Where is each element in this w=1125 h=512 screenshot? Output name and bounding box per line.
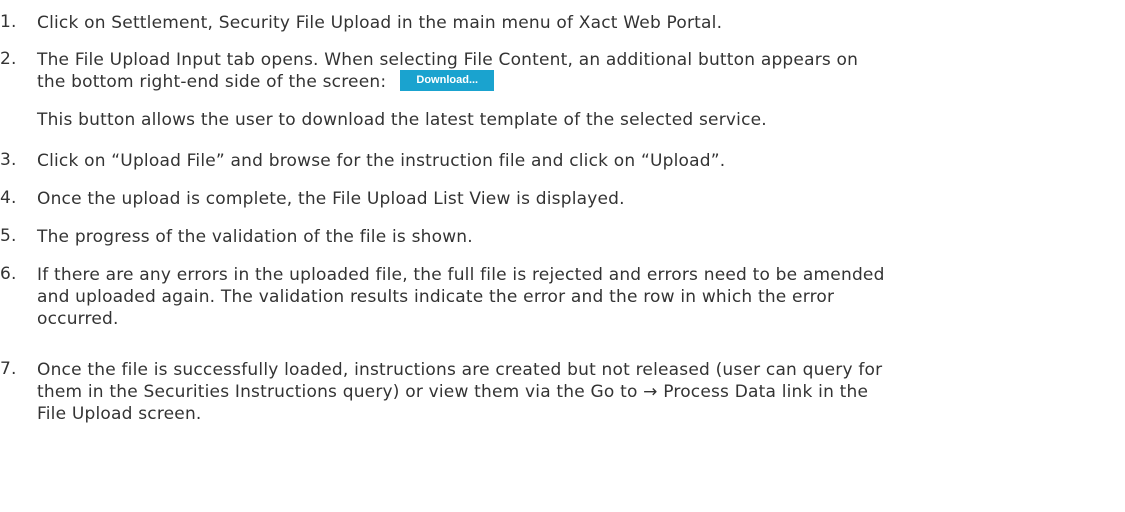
step-text: the bottom right-end side of the screen:: [37, 72, 387, 92]
step-text: Once the file is successfully loaded, in…: [37, 360, 883, 380]
step-text: The progress of the validation of the fi…: [37, 227, 473, 247]
step-text: Click on “Upload File” and browse for th…: [37, 151, 726, 171]
step-number: 5.: [0, 226, 17, 246]
step-number: 2.: [0, 49, 17, 69]
step-text: Click on Settlement, Security File Uploa…: [37, 13, 723, 33]
step-text: The File Upload Input tab opens. When se…: [37, 50, 859, 70]
download-button[interactable]: Download...: [400, 69, 495, 91]
step-note-text: This button allows the user to download …: [37, 110, 767, 130]
step-text: and uploaded again. The validation resul…: [37, 287, 835, 307]
step-number: 6.: [0, 264, 17, 284]
step-text: File Upload screen.: [37, 404, 202, 424]
step-number: 7.: [0, 359, 17, 379]
step-text: them in the Securities Instructions quer…: [37, 382, 869, 402]
step-text: occurred.: [37, 309, 119, 329]
step-number: 3.: [0, 150, 17, 170]
step-text: Once the upload is complete, the File Up…: [37, 189, 625, 209]
step-text: If there are any errors in the uploaded …: [37, 265, 885, 285]
step-text-with-button: the bottom right-end side of the screen:…: [37, 69, 1112, 93]
step-number: 4.: [0, 188, 17, 208]
step-number: 1.: [0, 12, 17, 32]
